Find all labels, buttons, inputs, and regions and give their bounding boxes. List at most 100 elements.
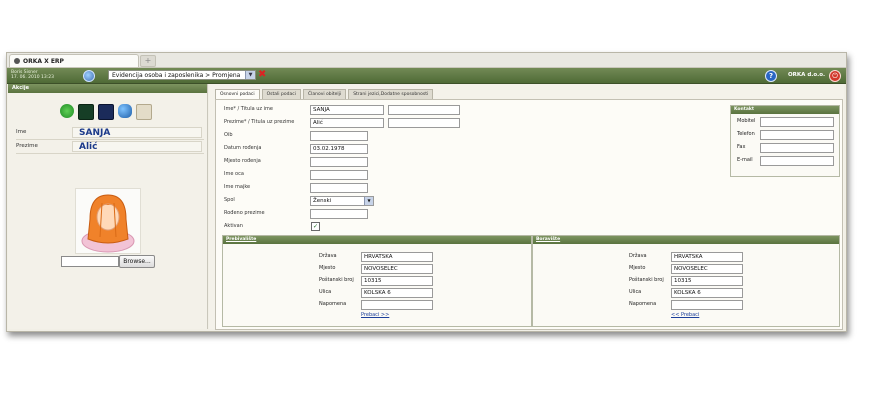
boraviste-postanski-input[interactable]: 10315: [671, 276, 743, 286]
prebivaliste-postanski-input[interactable]: 10315: [361, 276, 433, 286]
boraviste-mjesto-label: Mjesto: [629, 265, 646, 271]
prezime-row: Prezime Alić: [16, 140, 204, 154]
boraviste-ulica-input[interactable]: KOLSKA 6: [671, 288, 743, 298]
browser-tab-title: ORKA X ERP: [23, 57, 64, 65]
mjesto-rodenja-label: Mjesto rođenja: [224, 158, 261, 164]
favicon-icon: [14, 58, 20, 64]
boraviste-box: Boravište Država HRVATSKA Mjesto NOVOSEL…: [532, 235, 840, 327]
rodeno-prezime-input[interactable]: [310, 209, 368, 219]
telefon-input[interactable]: [760, 130, 834, 140]
browse-button[interactable]: Browse...: [119, 255, 155, 268]
ime-label: Ime: [16, 129, 27, 135]
boraviste-drzava-input[interactable]: HRVATSKA: [671, 252, 743, 262]
prebivaliste-ulica-input[interactable]: KOLSKA 6: [361, 288, 433, 298]
boraviste-napomena-input[interactable]: [671, 300, 743, 310]
prezime-input[interactable]: Alić: [310, 118, 384, 128]
user-info: Boris Sisner 17. 06. 2010 13:23: [11, 70, 54, 80]
prebivaliste-mjesto-input[interactable]: NOVOSELEC: [361, 264, 433, 274]
browser-tabbar: ORKA X ERP +: [7, 53, 846, 68]
spol-select[interactable]: Ženski ▼: [310, 196, 374, 206]
main-panel: Osnovni podaci Ostali podaci Članovi obi…: [209, 84, 844, 330]
actions-toolbar: [60, 104, 152, 120]
rodeno-prezime-label: Rođeno prezime: [224, 210, 265, 216]
prebivaliste-napomena-label: Napomena: [319, 301, 347, 307]
module-select[interactable]: Evidencija osoba i zaposlenika > Promjen…: [108, 70, 256, 80]
ime-form-label: Ime* / Titula uz ime: [224, 106, 273, 112]
aktivan-checkbox[interactable]: ✓: [311, 222, 320, 231]
chevron-down-icon[interactable]: ▼: [245, 71, 255, 79]
ime-titula-input[interactable]: [388, 105, 460, 115]
telefon-label: Telefon: [737, 131, 755, 137]
boraviste-header: Boravište: [533, 236, 839, 244]
save-as-icon[interactable]: [98, 104, 114, 120]
prezime-label: Prezime: [16, 143, 38, 149]
email-label: E-mail: [737, 157, 753, 163]
module-select-value: Evidencija osoba i zaposlenika > Promjen…: [112, 72, 241, 79]
home-icon[interactable]: [83, 70, 95, 82]
mobitel-label: Mobitel: [737, 118, 756, 124]
ime-oca-input[interactable]: [310, 170, 368, 180]
prebivaliste-box: Prebivalište Država HRVATSKA Mjesto NOVO…: [222, 235, 532, 327]
users-icon[interactable]: [118, 104, 132, 118]
prebivaliste-header: Prebivalište: [223, 236, 531, 244]
prebivaliste-ulica-label: Ulica: [319, 289, 332, 295]
ime-value: SANJA: [72, 127, 202, 138]
fax-label: Fax: [737, 144, 746, 150]
email-input[interactable]: [760, 156, 834, 166]
prebivaliste-napomena-input[interactable]: [361, 300, 433, 310]
actions-header: Akcije: [8, 84, 207, 93]
mobitel-input[interactable]: [760, 117, 834, 127]
tab-strani-jezici[interactable]: Strani jezici,Dodatne sposobnosti: [348, 89, 434, 99]
prebivaliste-mjesto-label: Mjesto: [319, 265, 336, 271]
power-icon[interactable]: ⏻: [829, 70, 841, 82]
avatar: [75, 188, 141, 254]
prebaci-right-link[interactable]: Prebaci >>: [361, 312, 389, 318]
left-panel: Akcije Ime SANJA Prezime Alić Browse...: [8, 84, 208, 329]
top-bar: Boris Sisner 17. 06. 2010 13:23 Evidenci…: [7, 68, 846, 84]
oib-label: Oib: [224, 132, 233, 138]
fax-input[interactable]: [760, 143, 834, 153]
boraviste-mjesto-input[interactable]: NOVOSELEC: [671, 264, 743, 274]
company-name: ORKA d.o.o.: [788, 72, 826, 78]
oib-input[interactable]: [310, 131, 368, 141]
prebivaliste-postanski-label: Poštanski broj: [319, 277, 354, 283]
close-icon[interactable]: ✖: [258, 69, 266, 81]
mjesto-rodenja-input[interactable]: [310, 157, 368, 167]
spol-label: Spol: [224, 197, 235, 203]
save-icon[interactable]: [78, 104, 94, 120]
boraviste-ulica-label: Ulica: [629, 289, 642, 295]
file-path-input[interactable]: [61, 256, 119, 267]
chevron-down-icon[interactable]: ▼: [364, 197, 373, 205]
tab-content: Ime* / Titula uz ime SANJA Prezime* / Ti…: [215, 99, 843, 330]
kontakt-header: Kontakt: [731, 106, 839, 114]
tab-osnovni-podaci[interactable]: Osnovni podaci: [215, 89, 260, 99]
ime-majke-label: Ime majke: [224, 184, 251, 190]
tab-ostali-podaci[interactable]: Ostali podaci: [261, 89, 301, 99]
tab-clanovi-obitelji[interactable]: Članovi obitelji: [302, 89, 347, 99]
boraviste-postanski-label: Poštanski broj: [629, 277, 664, 283]
prezime-form-label: Prezime* / Titula uz prezime: [224, 119, 295, 125]
refresh-icon[interactable]: [60, 104, 74, 118]
prebivaliste-drzava-label: Država: [319, 253, 337, 259]
boraviste-drzava-label: Država: [629, 253, 647, 259]
ime-oca-label: Ime oca: [224, 171, 244, 177]
prezime-titula-input[interactable]: [388, 118, 460, 128]
datum-rodenja-label: Datum rođenja: [224, 145, 262, 151]
ime-input[interactable]: SANJA: [310, 105, 384, 115]
datetime: 17. 06. 2010 13:23: [11, 75, 55, 80]
id-card-icon[interactable]: [136, 104, 152, 120]
prezime-value: Alić: [72, 141, 202, 152]
app-window: ORKA X ERP + Boris Sisner 17. 06. 2010 1…: [6, 52, 847, 332]
browser-tab[interactable]: ORKA X ERP: [9, 54, 139, 67]
boraviste-napomena-label: Napomena: [629, 301, 657, 307]
aktivan-label: Aktivan: [224, 223, 243, 229]
kontakt-box: Kontakt Mobitel Telefon Fax E-mail: [730, 105, 840, 177]
form-tabs: Osnovni podaci Ostali podaci Članovi obi…: [215, 89, 434, 99]
prebaci-left-link[interactable]: << Prebaci: [671, 312, 699, 318]
prebivaliste-drzava-input[interactable]: HRVATSKA: [361, 252, 433, 262]
ime-row: Ime SANJA: [16, 126, 204, 140]
new-tab-button[interactable]: +: [140, 55, 156, 67]
ime-majke-input[interactable]: [310, 183, 368, 193]
datum-rodenja-input[interactable]: 03.02.1978: [310, 144, 368, 154]
help-icon[interactable]: ?: [765, 70, 777, 82]
